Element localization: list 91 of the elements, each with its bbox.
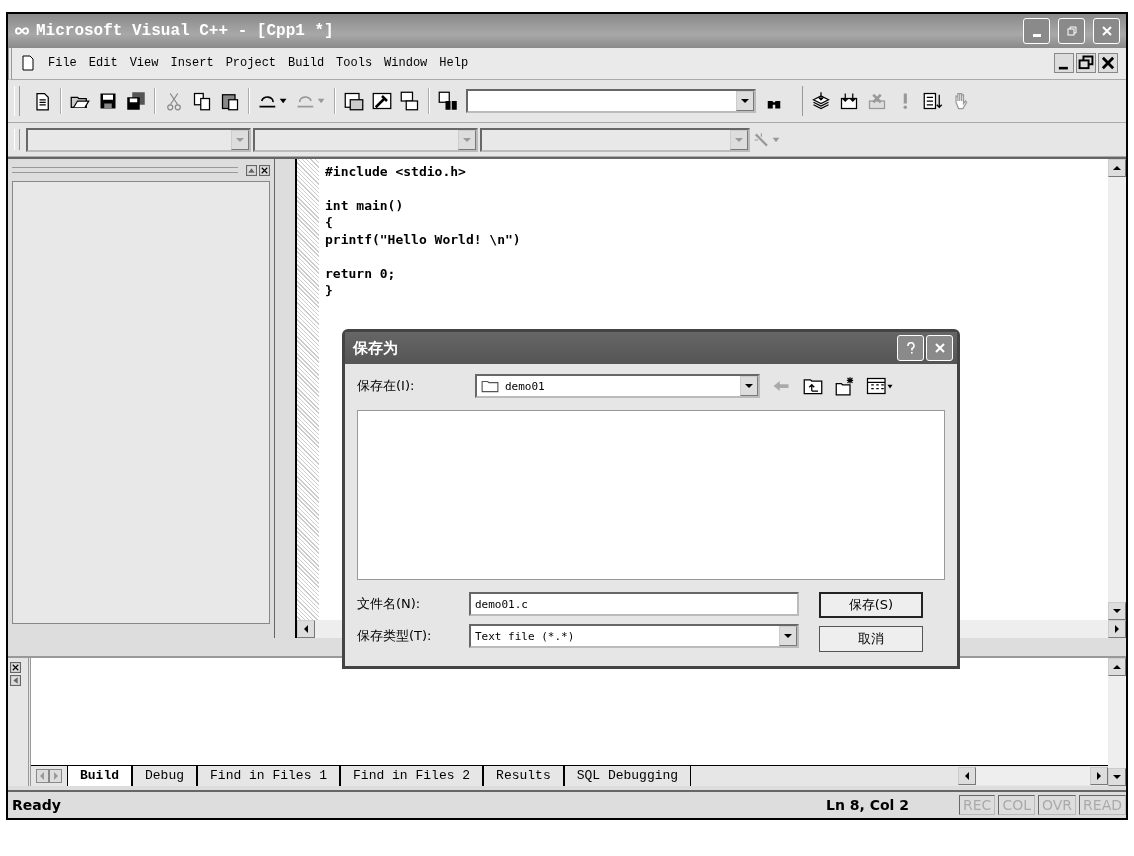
output-tab[interactable]: SQL Debugging (563, 766, 692, 787)
up-folder-icon[interactable] (802, 376, 824, 397)
close-icon[interactable] (1098, 53, 1118, 74)
code-line: int main() (325, 198, 404, 214)
output-tab[interactable]: Debug (132, 766, 198, 787)
file-type-combo[interactable]: Text file (*.*) (469, 624, 799, 649)
menu-item[interactable]: Build (288, 56, 325, 71)
down-arrow-icon[interactable] (1113, 608, 1121, 613)
code-line: return 0; (325, 266, 396, 282)
compile-icon[interactable] (811, 91, 831, 111)
output-tab[interactable]: Find in Files 2 (340, 766, 484, 787)
document-icon (20, 55, 36, 72)
vertical-scrollbar[interactable] (1108, 657, 1126, 787)
look-in-label: 保存在(I): (357, 377, 416, 396)
close-icon (1100, 24, 1113, 37)
save-all-icon[interactable] (126, 91, 146, 111)
right-arrow-icon[interactable] (1097, 772, 1101, 781)
down-caret-icon (236, 137, 244, 142)
dropdown-button[interactable] (779, 626, 797, 647)
up-arrow-icon[interactable] (1113, 166, 1121, 171)
question-mark-icon (904, 342, 917, 355)
restore-icon[interactable] (1076, 53, 1096, 74)
build-icon[interactable] (839, 91, 859, 111)
filename-label: 文件名(N): (357, 595, 422, 614)
workspace-icon[interactable] (344, 91, 364, 111)
minimize-button[interactable] (1023, 17, 1050, 44)
down-arrow-icon[interactable] (1113, 775, 1121, 780)
cut-icon[interactable] (164, 91, 184, 111)
menu-item[interactable]: Help (439, 56, 469, 71)
dropdown-button[interactable] (736, 91, 754, 111)
filter-combo[interactable] (253, 127, 478, 152)
output-tab[interactable]: Build (67, 766, 132, 787)
menu-item[interactable]: File (48, 56, 77, 71)
close-icon[interactable] (10, 661, 21, 673)
output-tab[interactable]: Results (483, 766, 564, 787)
class-combo[interactable] (26, 127, 251, 152)
restore-icon (1065, 24, 1078, 37)
vertical-scrollbar[interactable] (1108, 159, 1126, 620)
status-message: Ready (12, 797, 62, 814)
left-arrow-icon[interactable] (965, 772, 969, 781)
dropdown-button[interactable] (740, 376, 758, 397)
filename-field[interactable]: demo01.c (469, 592, 799, 617)
save-button[interactable]: 保存(S) (819, 592, 923, 619)
tab-scroll-arrows-icon[interactable] (35, 769, 63, 784)
look-in-combo[interactable]: demo01 (475, 374, 760, 399)
code-line: { (325, 215, 333, 231)
menu-item[interactable]: Window (384, 56, 428, 71)
horizontal-scrollbar[interactable] (958, 767, 1108, 786)
close-button[interactable] (926, 335, 953, 362)
code-line: } (325, 283, 333, 299)
new-folder-icon[interactable] (834, 376, 856, 397)
menu-item[interactable]: Insert (170, 56, 214, 71)
paste-icon[interactable] (220, 91, 240, 111)
down-caret-icon (741, 99, 749, 103)
window-title: Microsoft Visual C++ - [Cpp1 *] (36, 21, 334, 40)
folder-icon (481, 379, 499, 394)
down-caret-icon (735, 137, 743, 142)
cancel-button[interactable]: 取消 (819, 626, 923, 653)
right-arrow-icon[interactable] (1115, 624, 1119, 633)
copy-icon[interactable] (192, 91, 212, 111)
close-button[interactable] (1093, 17, 1120, 44)
view-menu-icon[interactable] (866, 376, 894, 397)
help-button[interactable] (897, 335, 924, 362)
down-caret-icon (745, 384, 753, 389)
members-combo[interactable] (480, 127, 750, 152)
close-icon[interactable] (259, 164, 270, 176)
save-icon[interactable] (98, 91, 118, 111)
menu-item[interactable]: View (129, 56, 159, 71)
windows-icon[interactable] (400, 91, 420, 111)
menu-item[interactable]: Tools (336, 56, 373, 71)
minimize-icon (1032, 34, 1041, 38)
down-caret-icon (463, 137, 471, 142)
code-line: #include <stdio.h> (325, 164, 466, 180)
output-tab[interactable]: Find in Files 1 (197, 766, 341, 787)
find-in-files-icon[interactable] (438, 91, 458, 111)
find-combo[interactable] (466, 89, 756, 113)
minimize-icon[interactable] (1054, 53, 1074, 74)
down-caret-icon (784, 634, 792, 639)
close-icon (933, 342, 946, 355)
restore-button[interactable] (1058, 17, 1085, 44)
step-icon[interactable] (923, 91, 943, 111)
menu-item[interactable]: Edit (88, 56, 118, 71)
dialog-title: 保存为 (353, 338, 398, 358)
folder-name: demo01 (505, 379, 545, 393)
menu-item[interactable]: Project (225, 56, 277, 71)
left-arrow-icon[interactable] (304, 624, 308, 633)
up-arrow-icon[interactable] (1113, 664, 1121, 669)
cursor-position: Ln 8, Col 2 (825, 797, 911, 814)
file-type-label: 保存类型(T): (357, 627, 433, 646)
output-window-icon[interactable] (372, 91, 392, 111)
code-line: printf("Hello World! \n") (325, 232, 521, 248)
